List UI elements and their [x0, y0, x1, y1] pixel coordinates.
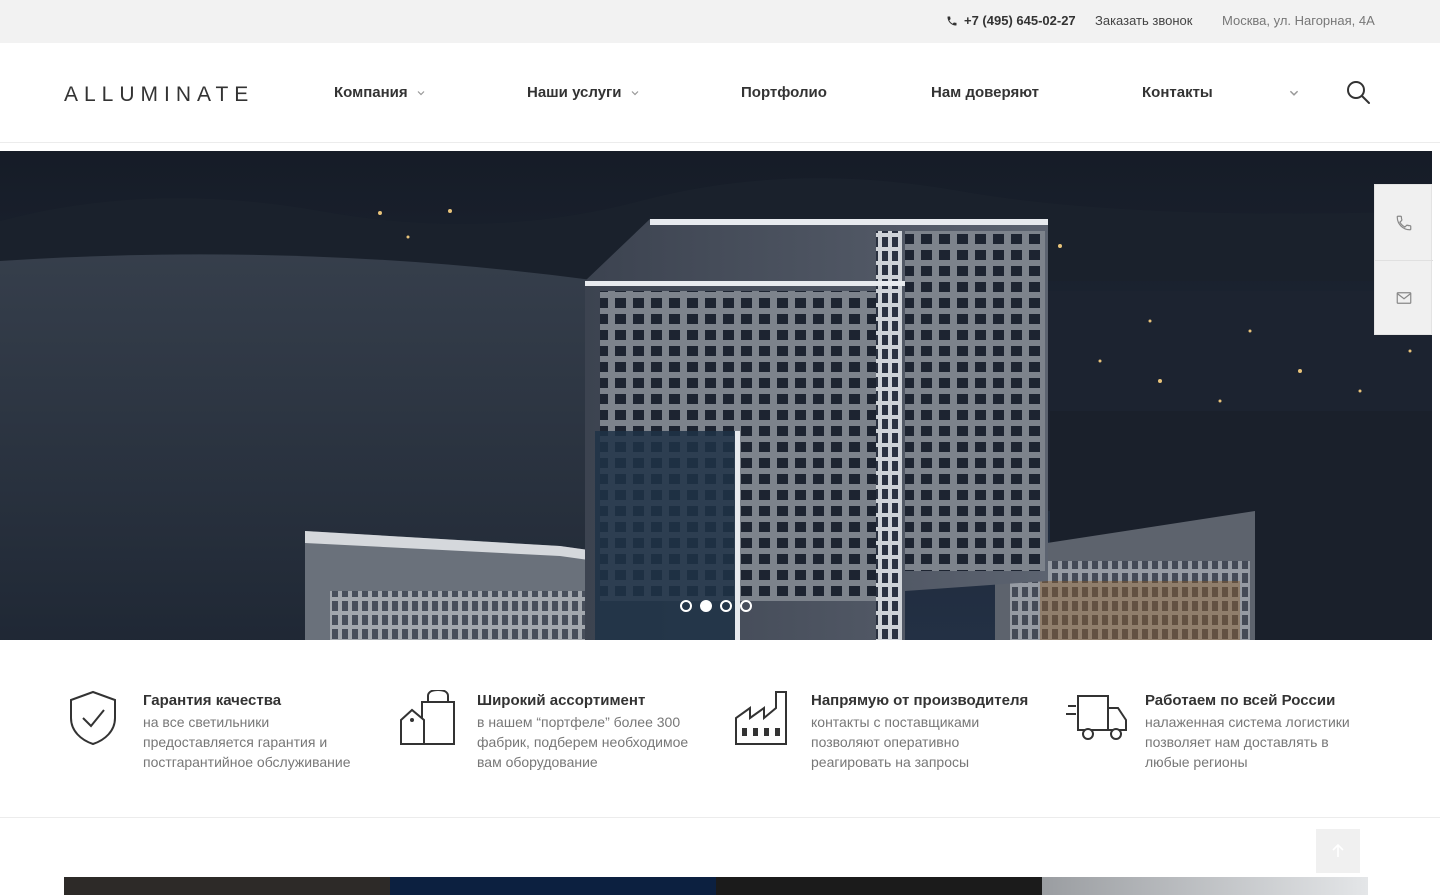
- chevron-down-icon[interactable]: [1288, 87, 1300, 99]
- feature-description: на все светильники предоставляется гаран…: [143, 714, 351, 770]
- nav-contacts[interactable]: Контакты: [1142, 84, 1213, 101]
- phone-icon: [1396, 215, 1412, 230]
- chevron-down-icon: [417, 90, 425, 95]
- phone-icon: [947, 16, 957, 25]
- slider-dot[interactable]: [680, 600, 692, 612]
- features-section: Гарантия качества на все светильники пре…: [0, 640, 1440, 818]
- nav-company-label: Компания: [334, 84, 408, 101]
- nav-portfolio[interactable]: Портфолио: [741, 84, 827, 101]
- nav-company[interactable]: Компания: [334, 84, 426, 101]
- chevron-down-icon: [631, 90, 638, 95]
- scroll-to-top-button[interactable]: [1316, 829, 1360, 873]
- slider-dot[interactable]: [720, 600, 732, 612]
- truck-icon: [1066, 695, 1127, 740]
- callback-link[interactable]: Заказать звонок: [1095, 13, 1192, 28]
- feature-title: Напрямую от производителя: [811, 692, 1029, 709]
- side-contact-widget: [1374, 184, 1433, 335]
- phone-link[interactable]: +7 (495) 645-02-27: [946, 13, 1076, 28]
- feature-title: Работаем по всей России: [1145, 692, 1336, 709]
- hero-slider[interactable]: [0, 151, 1432, 640]
- top-bar: +7 (495) 645-02-27 Заказать звонок Москв…: [0, 0, 1440, 43]
- feature-title: Широкий ассортимент: [477, 692, 646, 709]
- nav-contacts-label: Контакты: [1142, 84, 1213, 101]
- slider-dot-active[interactable]: [700, 600, 712, 612]
- shield-check-icon: [70, 690, 116, 746]
- gallery-tile[interactable]: [390, 877, 716, 895]
- address-text: Москва, ул. Нагорная, 4А: [1222, 13, 1375, 28]
- slider-dots: [680, 600, 752, 612]
- gallery-tile[interactable]: [716, 877, 1042, 895]
- shopping-bag-icon: [400, 690, 455, 745]
- nav-services[interactable]: Наши услуги: [527, 84, 640, 101]
- feature-description: в нашем “портфеле” более 300 фабрик, под…: [477, 714, 689, 770]
- side-mail-button[interactable]: [1375, 260, 1433, 335]
- site-logo[interactable]: ALLUMINATE: [64, 83, 254, 107]
- nav-services-label: Наши услуги: [527, 84, 622, 101]
- phone-number: +7 (495) 645-02-27: [964, 13, 1076, 28]
- nav-portfolio-label: Портфолио: [741, 84, 827, 101]
- feature-description: контакты с поставщиками позволяют операт…: [811, 714, 980, 770]
- slider-dot[interactable]: [740, 600, 752, 612]
- mail-icon: [1396, 292, 1412, 304]
- nav-clients-label: Нам доверяют: [931, 84, 1039, 101]
- nav-clients[interactable]: Нам доверяют: [931, 84, 1039, 101]
- hero-image: [0, 151, 1432, 640]
- main-header: ALLUMINATE Компания Наши услуги Портфоли…: [0, 43, 1440, 143]
- arrow-up-icon: [1332, 844, 1344, 857]
- factory-icon: [735, 691, 787, 745]
- search-icon[interactable]: [1345, 79, 1371, 105]
- side-call-button[interactable]: [1375, 185, 1433, 260]
- feature-title: Гарантия качества: [143, 692, 282, 709]
- gallery-tile[interactable]: [1042, 877, 1368, 895]
- feature-description: налаженная система логистики позволяет н…: [1145, 714, 1350, 770]
- gallery-tile[interactable]: [64, 877, 390, 895]
